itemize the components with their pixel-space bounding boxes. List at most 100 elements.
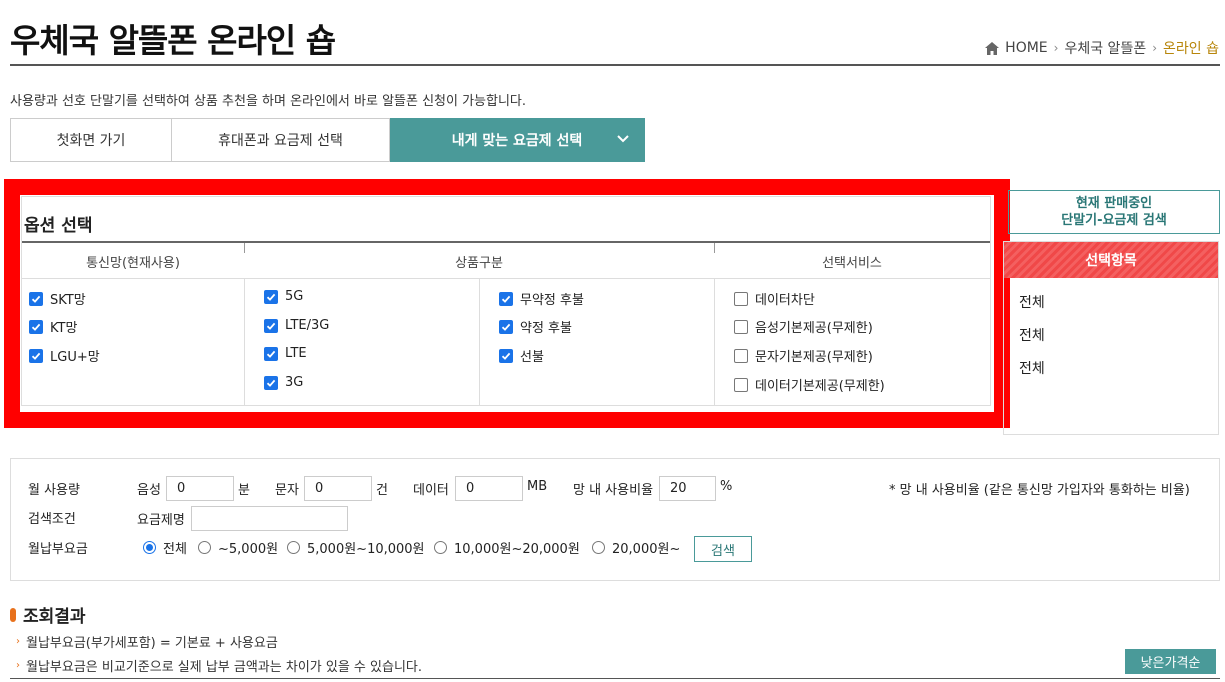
voice-unit: 분 [238,483,250,498]
radio-label: 10,000원~20,000원 [454,542,580,557]
header-separator [244,243,245,253]
checkbox-no-contract-postpaid[interactable]: 무약정 후불 [499,289,584,308]
voice-label: 음성 [137,483,161,498]
column-separator [714,279,715,405]
checkbox-label: SKT망 [50,293,86,308]
condition-label: 검색조건 [28,512,76,527]
fee-radio-all[interactable]: 전체 [143,538,187,557]
bullet-icon [10,607,16,622]
ratio-unit: % [720,479,733,494]
checkbox-label: 음성기본제공(무제한) [755,321,873,336]
checkbox-label: 3G [285,375,304,390]
checkbox-icon[interactable] [29,319,43,334]
checkbox-icon[interactable] [499,319,513,334]
sms-label: 문자 [275,483,299,498]
step-nav: 첫화면 가기 휴대폰과 요금제 선택 내게 맞는 요금제 선택 [10,118,645,162]
sms-input[interactable]: 0 [304,476,372,501]
breadcrumb-current: 온라인 숍 [1163,41,1219,57]
fee-radio-5000-10000[interactable]: 5,000원~10,000원 [287,538,425,557]
radio-label: ~5,000원 [218,542,279,557]
chevron-down-icon [617,135,629,143]
radio-icon[interactable] [143,541,156,554]
header-divider [22,278,990,279]
checkbox-5g[interactable]: 5G [264,289,303,304]
step-my-plan[interactable]: 내게 맞는 요금제 선택 [390,118,645,162]
home-icon[interactable] [985,41,1000,55]
search-button-line1: 현재 판매중인 [1075,196,1153,211]
checkbox-icon[interactable] [264,289,278,304]
checkbox-icon[interactable] [29,291,43,306]
header-services: 선택서비스 [822,255,882,271]
fee-radio-10000-20000[interactable]: 10,000원~20,000원 [434,538,580,557]
radio-icon[interactable] [434,541,447,554]
note-text: 월납부요금은 비교기준으로 실제 납부 금액과는 차이가 있을 수 있습니다. [26,660,422,675]
results-title: 조회결과 [10,602,86,627]
column-separator [244,279,245,405]
header-network: 통신망(현재사용) [86,255,180,271]
plan-name-input[interactable] [191,506,348,531]
radio-icon[interactable] [592,541,605,554]
search-current-products-button[interactable]: 현재 판매중인 단말기-요금제 검색 [1008,190,1220,234]
ratio-input[interactable]: 20 [659,476,716,501]
checkbox-icon[interactable] [734,291,748,306]
checkbox-label: 데이터차단 [755,293,815,308]
chevron-right-icon: › [1152,41,1158,55]
usage-label: 월 사용량 [28,483,80,498]
search-button-line2: 단말기-요금제 검색 [1061,213,1167,228]
usage-filter: 월 사용량 음성 0 분 문자 0 건 데이터 0 MB 망 내 사용비율 20… [10,458,1220,581]
voice-input[interactable]: 0 [166,476,234,501]
data-unit: MB [527,479,548,494]
checkbox-label: 문자기본제공(무제한) [755,350,873,365]
results-divider [10,678,1220,679]
chevron-right-icon: › [1053,41,1059,55]
ratio-note: * 망 내 사용비율 (같은 통신망 가입자와 통화하는 비율) [889,483,1190,498]
checkbox-label: LGU+망 [50,350,100,365]
checkbox-3g[interactable]: 3G [264,375,303,390]
ratio-label: 망 내 사용비율 [573,483,654,498]
checkbox-icon[interactable] [734,319,748,334]
breadcrumb: HOME › 우체국 알뜰폰 › 온라인 숍 [985,38,1219,58]
breadcrumb-home[interactable]: HOME [1005,40,1047,56]
options-panel: 옵션 선택 통신망(현재사용) 상품구분 선택서비스 SKT망 KT망 LGU+… [21,196,991,406]
checkbox-contract-postpaid[interactable]: 약정 후불 [499,317,572,336]
checkbox-kt[interactable]: KT망 [29,317,77,336]
checkbox-lte-3g[interactable]: LTE/3G [264,318,329,333]
checkbox-lgu[interactable]: LGU+망 [29,346,100,365]
selected-item-network: 전체 [1019,295,1045,311]
checkbox-data-unlimited[interactable]: 데이터기본제공(무제한) [734,375,885,394]
radio-icon[interactable] [198,541,211,554]
checkbox-label: 데이터기본제공(무제한) [755,379,885,394]
checkbox-icon[interactable] [499,348,513,363]
checkbox-icon[interactable] [264,318,278,333]
breadcrumb-mvno[interactable]: 우체국 알뜰폰 [1064,38,1146,58]
checkbox-lte[interactable]: LTE [264,346,307,361]
fee-radio-over-20000[interactable]: 20,000원~ [592,538,680,557]
sort-low-price-button[interactable]: 낮은가격순 [1125,649,1216,674]
checkbox-voice-unlimited[interactable]: 음성기본제공(무제한) [734,317,873,336]
page-title: 우체국 알뜰폰 온라인 숍 [10,21,336,60]
fee-radio-under-5000[interactable]: ~5,000원 [198,538,278,557]
results-title-label: 조회결과 [23,607,86,627]
step-my-plan-label: 내게 맞는 요금제 선택 [451,133,583,149]
data-input[interactable]: 0 [455,476,523,501]
step-home[interactable]: 첫화면 가기 [10,118,172,162]
checkbox-sms-unlimited[interactable]: 문자기본제공(무제한) [734,346,873,365]
selected-items-panel: 선택항목 전체 전체 전체 [1003,241,1219,435]
checkbox-skt[interactable]: SKT망 [29,289,86,308]
results-note: › 월납부요금은 비교기준으로 실제 납부 금액과는 차이가 있을 수 있습니다. [16,656,422,675]
checkbox-prepaid[interactable]: 선불 [499,346,544,365]
options-title: 옵션 선택 [24,216,93,236]
checkbox-data-block[interactable]: 데이터차단 [734,289,815,308]
checkbox-icon[interactable] [264,346,278,361]
checkbox-icon[interactable] [29,348,43,363]
intro-text: 사용량과 선호 단말기를 선택하여 상품 추천을 하며 온라인에서 바로 알뜰폰… [10,94,527,109]
checkbox-icon[interactable] [734,348,748,363]
radio-icon[interactable] [287,541,300,554]
search-button[interactable]: 검색 [694,536,752,562]
radio-label: 전체 [163,542,187,557]
step-phone-plan[interactable]: 휴대폰과 요금제 선택 [172,118,390,162]
header-separator [714,243,715,253]
checkbox-icon[interactable] [734,377,748,392]
checkbox-icon[interactable] [264,375,278,390]
checkbox-icon[interactable] [499,291,513,306]
